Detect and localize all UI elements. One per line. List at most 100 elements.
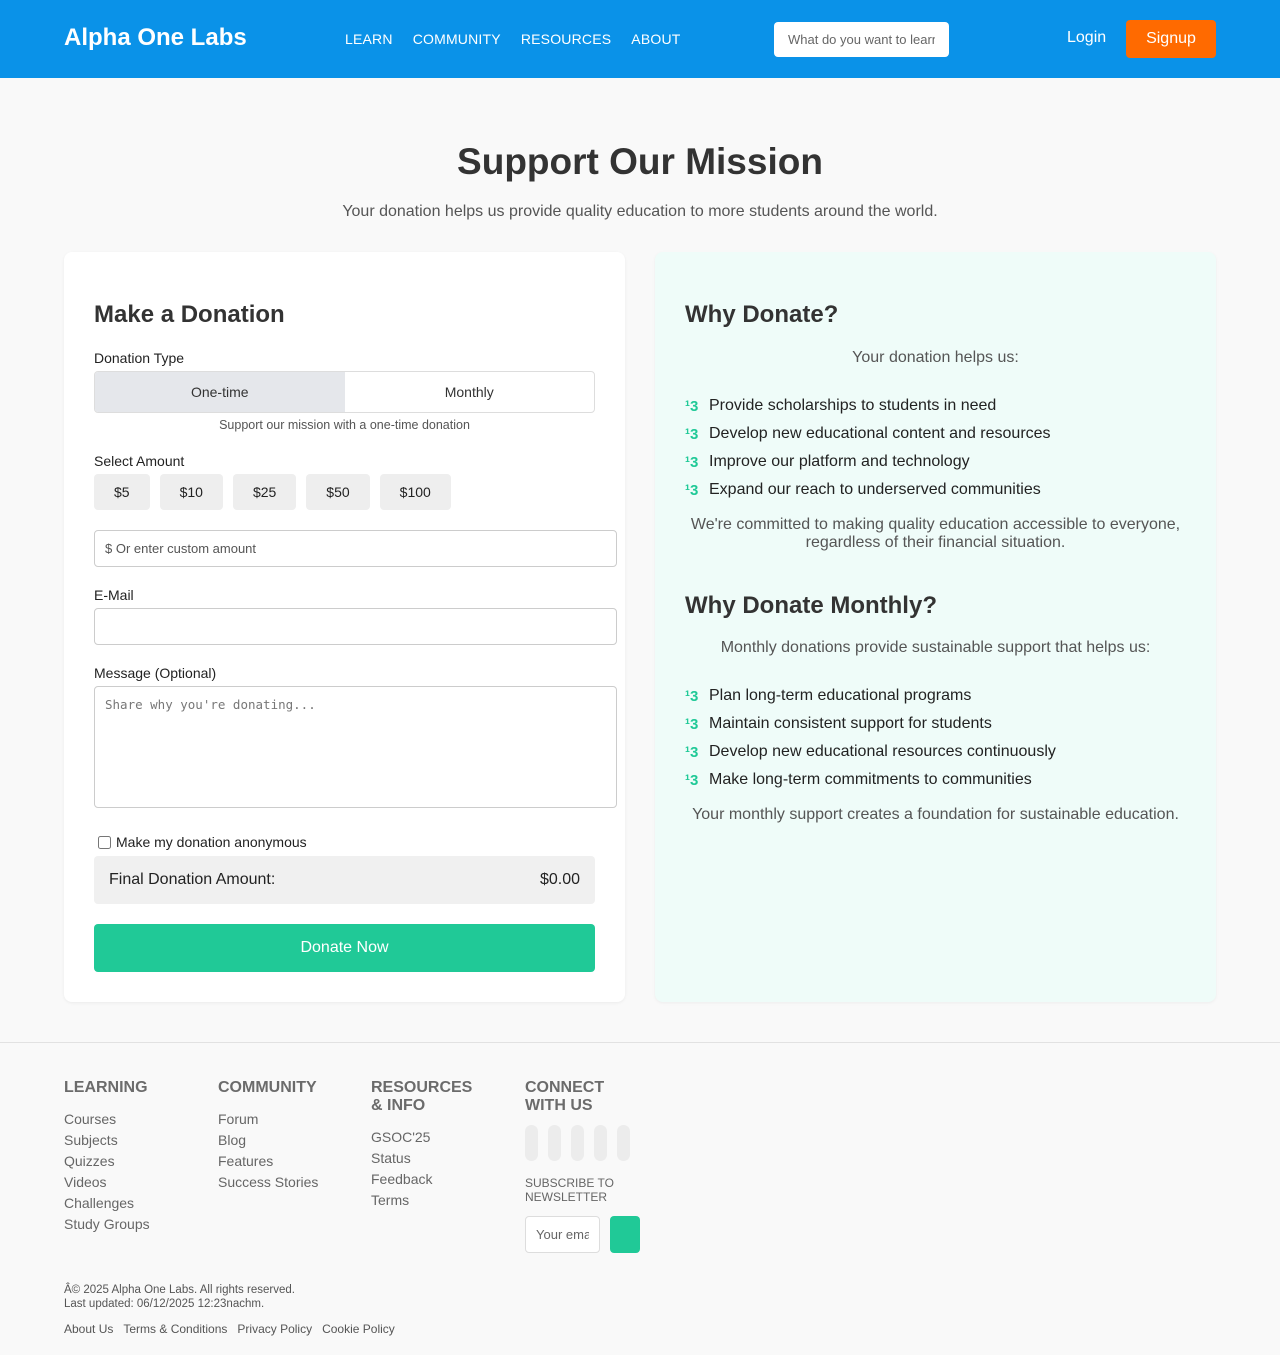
check-icon: ¹3 [685,715,699,733]
footer-connect-title: CONNECT WITH US [525,1079,605,1114]
nav-about[interactable]: ABOUT [631,31,680,47]
list-item: ¹3 Develop new educational content and re… [685,425,1051,443]
amount-label: Select Amount [94,453,185,469]
nav-learn[interactable]: LEARN [345,31,393,47]
monthly-option[interactable]: Monthly [345,372,595,412]
final-amount-label: Final Donation Amount: [109,871,276,888]
social-icon[interactable] [571,1125,584,1161]
why-monthly-list: ¹3 Plan long-term educational programs ¹3… [685,682,1056,794]
privacy-link[interactable]: Privacy Policy [237,1322,312,1336]
main-nav: LEARN COMMUNITY RESOURCES ABOUT [345,31,681,47]
copyright: Â© 2025 Alpha One Labs. All rights reser… [64,1283,295,1311]
footer-link[interactable]: Courses [64,1109,194,1130]
why-donate-note: We're committed to making quality educat… [690,516,1181,551]
top-navbar: Alpha One Labs LEARN COMMUNITY RESOURCES… [0,0,1280,78]
newsletter-title: SUBSCRIBE TO NEWSLETTER [525,1176,614,1204]
footer-learning: LEARNING Courses Subjects Quizzes Videos… [64,1079,194,1235]
nav-community[interactable]: COMMUNITY [413,31,501,47]
list-item: ¹3 Plan long-term educational programs [685,687,972,705]
newsletter-submit-button[interactable] [610,1216,640,1253]
donation-form-card: Make a Donation Donation Type One-time M… [64,252,625,1002]
amount-10-button[interactable]: $10 [159,474,223,510]
social-icon[interactable] [594,1125,607,1161]
footer-link[interactable]: Videos [64,1172,194,1193]
social-links [525,1125,645,1161]
terms-link[interactable]: Terms & Conditions [123,1322,227,1336]
footer-link[interactable]: Features [218,1151,348,1172]
check-icon: ¹3 [685,425,699,443]
donation-type-note: Support our mission with a one-time dona… [219,418,470,432]
signup-button[interactable]: Signup [1126,20,1216,58]
footer-resources: RESOURCES & INFO GSOC'25 Status Feedback… [371,1079,486,1211]
check-icon: ¹3 [685,687,699,705]
amount-options: $5 $10 $25 $50 $100 [94,474,451,510]
footer-link[interactable]: Success Stories [218,1172,348,1193]
why-donate-card: Why Donate? Your donation helps us: ¹3 Pr… [655,252,1216,1002]
login-link[interactable]: Login [1067,29,1106,47]
footer-link[interactable]: Quizzes [64,1151,194,1172]
footer-link[interactable]: Blog [218,1130,348,1151]
footer-link[interactable]: Study Groups [64,1214,194,1235]
why-monthly-intro: Monthly donations provide sustainable su… [720,639,1151,656]
message-textarea[interactable] [94,686,617,808]
footer-link[interactable]: Status [371,1148,486,1169]
social-icon[interactable] [617,1125,630,1161]
anonymous-option[interactable]: Make my donation anonymous [98,834,307,850]
footer-link[interactable]: Challenges [64,1193,194,1214]
final-amount-value: $0.00 [539,871,580,888]
footer-link[interactable]: Terms [371,1190,486,1211]
donate-now-button[interactable]: Donate Now [94,924,595,972]
footer-resources-title: RESOURCES & INFO [371,1079,473,1114]
check-icon: ¹3 [685,453,699,471]
footer-connect: CONNECT WITH US SUBSCRIBE TO NEWSLETTER [525,1079,645,1253]
list-item: ¹3 Expand our reach to underserved commun… [685,481,1041,499]
footer-community-title: COMMUNITY [218,1079,317,1096]
amount-50-button[interactable]: $50 [306,474,370,510]
list-item: ¹3 Develop new educational resources cont… [685,743,1056,761]
nav-resources[interactable]: RESOURCES [521,31,611,47]
footer-link[interactable]: GSOC'25 [371,1127,486,1148]
amount-5-button[interactable]: $5 [94,474,150,510]
page-title: Support Our Mission [457,141,823,182]
donation-type-label: Donation Type [94,350,185,366]
search-input[interactable] [774,22,949,57]
check-icon: ¹3 [685,771,699,789]
custom-amount-input[interactable] [94,530,617,567]
page-subtitle: Your donation helps us provide quality e… [342,203,938,220]
why-donate-list: ¹3 Provide scholarships to students in ne… [685,392,1051,504]
copyright-text: Â© 2025 Alpha One Labs. All rights reser… [64,1284,295,1296]
final-amount-box: Final Donation Amount: $0.00 [94,856,595,904]
list-item: ¹3 Make long-term commitments to communit… [685,771,1032,789]
about-us-link[interactable]: About Us [64,1322,113,1336]
check-icon: ¹3 [685,481,699,499]
footer-link[interactable]: Forum [218,1109,348,1130]
anonymous-label: Make my donation anonymous [116,834,307,850]
footer-divider [0,1042,1280,1043]
newsletter-email-input[interactable] [525,1216,600,1253]
one-time-option[interactable]: One-time [95,372,345,412]
why-monthly-note: Your monthly support creates a foundatio… [692,806,1179,823]
footer-link[interactable]: Feedback [371,1169,486,1190]
amount-100-button[interactable]: $100 [379,474,451,510]
donation-type-toggle: One-time Monthly [94,371,595,413]
why-monthly-title: Why Donate Monthly? [685,592,937,619]
footer-community: COMMUNITY Forum Blog Features Success St… [218,1079,348,1193]
amount-25-button[interactable]: $25 [232,474,297,510]
email-field[interactable] [94,608,617,645]
cookie-link[interactable]: Cookie Policy [322,1322,395,1336]
social-icon[interactable] [548,1125,561,1161]
why-donate-title: Why Donate? [685,301,839,328]
footer-link[interactable]: Subjects [64,1130,194,1151]
footer-learning-title: LEARNING [64,1079,148,1096]
last-updated: Last updated: 06/12/2025 12:23nachm. [64,1298,265,1310]
list-item: ¹3 Maintain consistent support for studen… [685,715,992,733]
anonymous-checkbox[interactable] [98,835,111,849]
email-label: E-Mail [94,587,134,603]
message-label: Message (Optional) [94,665,217,681]
list-item: ¹3 Improve our platform and technology [685,453,970,471]
newsletter-form [525,1216,645,1253]
list-item: ¹3 Provide scholarships to students in ne… [685,397,997,415]
social-icon[interactable] [525,1125,538,1161]
brand-logo[interactable]: Alpha One Labs [64,24,247,52]
check-icon: ¹3 [685,743,699,761]
